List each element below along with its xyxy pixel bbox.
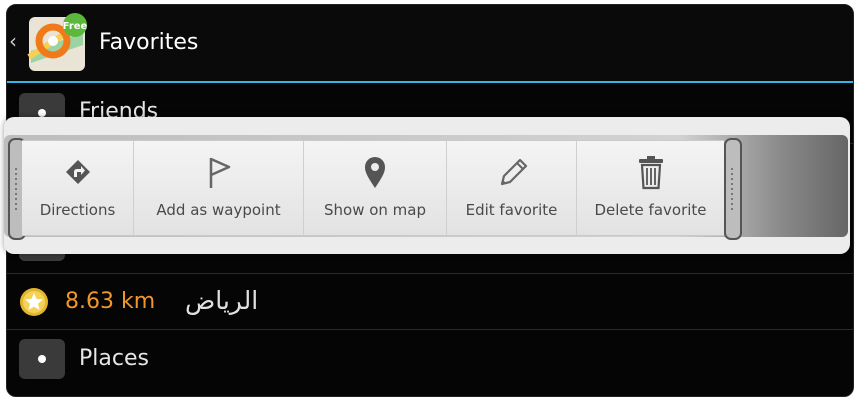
right-scroll-handle[interactable] xyxy=(724,138,742,240)
directions-icon xyxy=(65,160,90,184)
map-pin-icon xyxy=(365,157,385,188)
edit-favorite-label: Edit favorite xyxy=(465,201,558,219)
show-on-map-button[interactable]: Show on map xyxy=(304,141,447,235)
group-label: Places xyxy=(79,346,149,371)
pencil-icon xyxy=(500,158,527,186)
directions-label: Directions xyxy=(39,201,116,219)
show-on-map-label: Show on map xyxy=(323,201,427,219)
edit-favorite-button[interactable]: Edit favorite xyxy=(447,141,577,235)
favorite-distance: 8.63 km xyxy=(65,289,156,314)
trash-icon xyxy=(638,156,663,190)
osmand-app-icon[interactable]: Free xyxy=(25,11,89,75)
add-as-waypoint-button[interactable]: Add as waypoint xyxy=(134,141,304,235)
quick-actions: Directions Add as waypoint Show on map E… xyxy=(22,140,724,236)
list-item-group[interactable]: Places xyxy=(7,329,853,391)
action-bar: ‹ Free Favorites xyxy=(7,5,853,81)
free-badge: Free xyxy=(63,21,88,32)
delete-favorite-button[interactable]: Delete favorite xyxy=(577,141,724,235)
group-dot-icon xyxy=(19,339,65,379)
favorite-name: الرياض xyxy=(185,286,259,315)
flag-icon xyxy=(209,157,230,188)
page-title: Favorites xyxy=(99,30,199,55)
directions-button[interactable]: Directions xyxy=(22,141,134,235)
add-as-waypoint-label: Add as waypoint xyxy=(156,201,281,219)
chevron-left-icon[interactable]: ‹ xyxy=(9,31,17,51)
star-icon xyxy=(20,288,48,316)
delete-favorite-label: Delete favorite xyxy=(594,201,707,219)
